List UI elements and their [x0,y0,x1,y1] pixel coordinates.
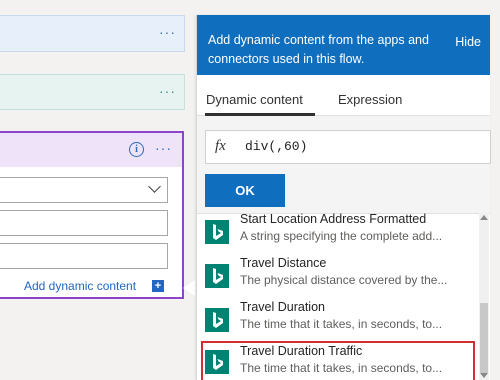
bing-logo-icon [205,308,229,332]
dynamic-content-panel: Add dynamic content from the apps and co… [196,15,491,380]
more-options-icon[interactable]: ··· [155,140,172,156]
scroll-down-icon[interactable] [480,373,488,378]
panel-header: Add dynamic content from the apps and co… [197,15,490,75]
scrollbar-thumb[interactable] [480,303,488,373]
item-title: Travel Distance [240,256,327,270]
item-title: Start Location Address Formatted [240,213,427,226]
more-options-icon[interactable]: ··· [159,83,176,99]
chevron-down-icon [148,180,161,193]
flow-step-bar-1[interactable]: ··· [0,15,185,52]
list-item[interactable]: Travel Distance The physical distance co… [201,255,471,299]
bing-logo-icon [205,264,229,288]
item-title: Travel Duration Traffic [240,344,363,358]
expression-input[interactable]: fx div(,60) [205,130,491,164]
item-title: Travel Duration [240,300,325,314]
bing-logo-icon [205,350,229,374]
tab-expression[interactable]: Expression [338,92,402,107]
expression-area: fx div(,60) OK [197,116,491,214]
list-item-selected[interactable]: Travel Duration Traffic The time that it… [201,341,475,380]
more-options-icon[interactable]: ··· [159,24,176,40]
tab-dynamic-content[interactable]: Dynamic content [206,92,303,107]
flow-step-bar-2[interactable]: ··· [0,74,185,110]
info-icon[interactable]: i [129,142,144,157]
panel-pointer [183,280,195,296]
text-field-2[interactable] [0,243,168,269]
list-item[interactable]: Travel Duration The time that it takes, … [201,299,471,343]
scroll-up-icon[interactable] [480,215,488,220]
hide-button[interactable]: Hide [455,35,481,49]
add-icon[interactable]: + [152,280,164,292]
add-dynamic-content-link[interactable]: Add dynamic content [24,279,136,293]
item-description: The time that it takes, in seconds, to..… [240,361,443,375]
dropdown-field[interactable] [0,177,168,203]
action-card-header[interactable]: i ··· [0,133,182,167]
item-description: The physical distance covered by the... [240,273,448,287]
expression-value[interactable]: div(,60) [245,139,307,154]
dynamic-content-list: Start Location Address Formatted A strin… [197,213,491,380]
panel-tabs: Dynamic content Expression [197,75,490,116]
panel-header-text: Add dynamic content from the apps and co… [208,33,429,66]
ok-button[interactable]: OK [205,174,285,207]
action-card: i ··· Add dynamic content + [0,131,184,299]
item-description: The time that it takes, in seconds, to..… [240,317,443,331]
fx-icon: fx [215,138,226,154]
list-item[interactable]: Start Location Address Formatted A strin… [201,213,471,255]
bing-logo-icon [205,220,229,244]
scrollbar[interactable] [479,213,489,380]
item-description: A string specifying the complete add... [240,229,443,243]
text-field-1[interactable] [0,210,168,236]
